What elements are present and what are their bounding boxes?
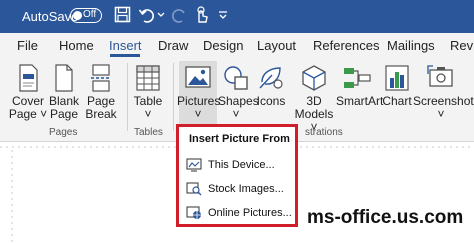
insert-picture-menu: Insert Picture From This Device... Stock… <box>176 124 298 227</box>
tab-insert[interactable]: Insert <box>109 38 142 53</box>
customize-qat-icon[interactable] <box>218 10 228 20</box>
table-button[interactable]: Table ˅ <box>130 64 166 121</box>
ribbon-tabs: File Home Insert Draw Design Layout Refe… <box>0 33 474 59</box>
chart-icon <box>385 65 409 91</box>
shapes-label-2: ˅ <box>232 107 240 121</box>
stock-images-icon <box>186 182 202 196</box>
tab-layout[interactable]: Layout <box>257 38 296 53</box>
group-label-tables: Tables <box>134 127 163 138</box>
cube-icon <box>302 65 326 91</box>
touch-mode-icon[interactable] <box>194 6 210 24</box>
group-label-pages: Pages <box>49 127 78 138</box>
tab-mailings[interactable]: Mailings <box>387 38 435 53</box>
chart-button[interactable]: Chart <box>382 64 412 108</box>
toggle-state: Off <box>83 9 97 20</box>
screenshot-icon <box>427 65 453 87</box>
group-label-illustrations: strations <box>305 127 343 138</box>
blank-page-icon <box>55 64 73 92</box>
table-icon <box>136 65 160 91</box>
shapes-icon <box>224 66 248 90</box>
autosave-toggle[interactable]: Off <box>70 8 102 23</box>
menu-item-online-pictures[interactable]: Online Pictures... <box>186 206 292 220</box>
menu-item-this-device[interactable]: This Device... <box>186 158 275 172</box>
watermark-text: ms-office.us.com <box>307 207 464 228</box>
table-label-2: ˅ <box>144 107 152 121</box>
left-margin-marks <box>11 150 13 243</box>
screenshot-label-2: ˅ <box>437 107 445 121</box>
device-picture-icon <box>186 158 202 172</box>
menu-item-label: Stock Images... <box>208 183 284 195</box>
undo-icon[interactable] <box>138 6 156 24</box>
tab-home[interactable]: Home <box>59 38 94 53</box>
active-tab-indicator <box>110 54 140 57</box>
menu-title: Insert Picture From <box>189 133 290 145</box>
smartart-label-1: SmartArt <box>336 94 384 108</box>
redo-icon[interactable] <box>170 6 188 24</box>
icons-button[interactable]: Icons <box>256 64 286 108</box>
menu-item-label: This Device... <box>208 159 275 171</box>
smartart-icon <box>344 68 371 88</box>
cover-page-label-2: Page ˅ <box>8 107 48 121</box>
menu-item-label: Online Pictures... <box>208 207 292 219</box>
group-separator <box>127 63 128 131</box>
toggle-knob <box>73 10 82 20</box>
tab-references[interactable]: References <box>313 38 379 53</box>
tab-design[interactable]: Design <box>203 38 243 53</box>
icons-icon <box>259 67 283 89</box>
tab-review[interactable]: Revi <box>450 38 474 53</box>
tab-draw[interactable]: Draw <box>158 38 188 53</box>
page-break-label-2: Break <box>85 107 117 121</box>
icons-label-1: Icons <box>256 94 286 108</box>
menu-item-stock-images[interactable]: Stock Images... <box>186 182 284 196</box>
page-break-button[interactable]: Page Break <box>84 64 118 121</box>
shapes-button[interactable]: Shapes ˅ <box>218 64 259 121</box>
smartart-button[interactable]: SmartArt <box>336 64 384 108</box>
page-break-icon <box>91 64 111 92</box>
pictures-button[interactable]: Pictures ˅ <box>177 64 220 121</box>
pictures-icon <box>185 66 211 88</box>
screenshot-button[interactable]: Screenshot ˅ <box>413 64 474 121</box>
title-bar: AutoSave Off <box>0 0 474 33</box>
3d-models-button[interactable]: 3D Models ˅ <box>294 64 334 134</box>
cover-page-button[interactable]: Cover Page ˅ <box>8 64 48 121</box>
save-icon[interactable] <box>114 6 131 23</box>
online-pictures-icon <box>186 206 201 219</box>
undo-dropdown-icon[interactable] <box>157 12 165 18</box>
pictures-label-2: ˅ <box>194 107 202 121</box>
group-separator <box>173 63 174 131</box>
chart-label-1: Chart <box>382 94 412 108</box>
blank-page-button[interactable]: Blank Page <box>47 64 81 121</box>
tab-file[interactable]: File <box>17 38 38 53</box>
blank-page-label-2: Page <box>49 107 79 121</box>
cover-page-icon <box>19 64 38 92</box>
